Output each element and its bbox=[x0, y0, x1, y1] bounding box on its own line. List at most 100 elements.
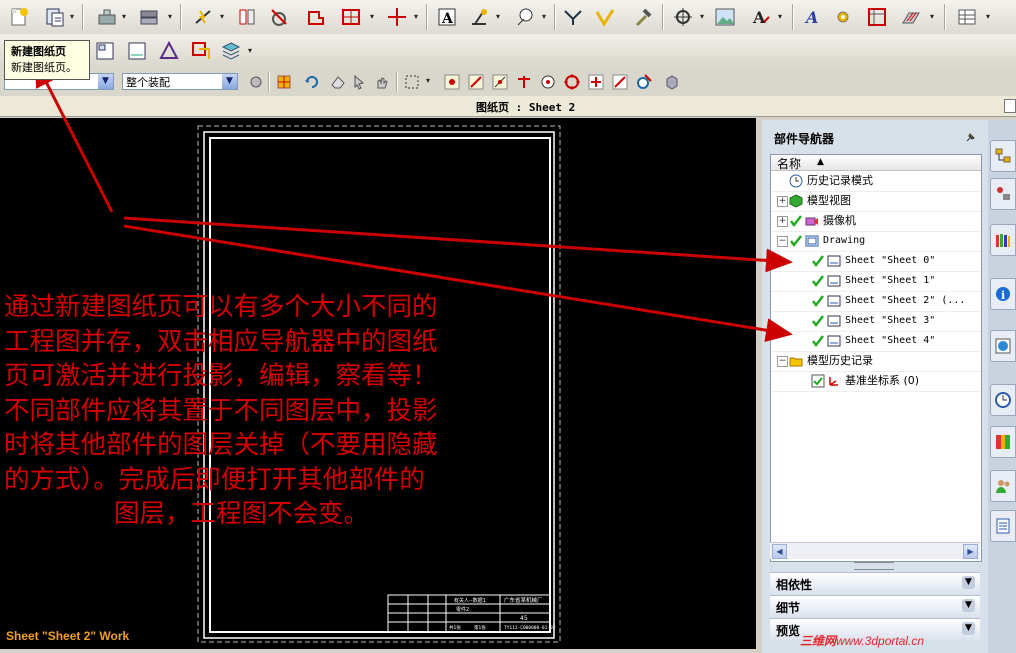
tree-row[interactable]: Sheet "Sheet 3" bbox=[771, 311, 981, 332]
tree-row[interactable]: + 模型视图 bbox=[771, 191, 981, 212]
section-dependencies[interactable]: 相依性 ▼ bbox=[770, 572, 980, 594]
settings-gear-icon[interactable] bbox=[830, 4, 856, 30]
snap-point-plus-icon[interactable] bbox=[586, 72, 606, 92]
dropdown-arrow-icon[interactable]: ▾ bbox=[496, 13, 502, 21]
view-layout-icon[interactable] bbox=[92, 38, 118, 64]
snap-curve-icon[interactable] bbox=[610, 72, 630, 92]
dropdown-arrow-icon[interactable]: ▾ bbox=[700, 13, 706, 21]
snap-endpoint-icon[interactable] bbox=[442, 72, 462, 92]
hand-icon[interactable] bbox=[372, 72, 392, 92]
tree-row[interactable]: Sheet "Sheet 0" bbox=[771, 251, 981, 272]
print-tab[interactable] bbox=[990, 510, 1016, 542]
navigator-tree[interactable]: 名称 ▲ 历史记录模式 + 模型视图 + 摄像机 − Drawing Sheet "Sheet… bbox=[770, 154, 982, 562]
open-icon[interactable] bbox=[42, 4, 68, 30]
part-navigator-tab[interactable] bbox=[990, 178, 1016, 210]
dropdown-arrow-icon[interactable]: ▾ bbox=[542, 13, 548, 21]
new-icon[interactable] bbox=[6, 4, 32, 30]
tree-row[interactable]: 历史记录模式 bbox=[771, 171, 981, 192]
dropdown-arrow-icon[interactable]: ▾ bbox=[930, 13, 936, 21]
dropdown-arrow-icon[interactable]: ▾ bbox=[220, 13, 226, 21]
snap-tangent-icon[interactable] bbox=[634, 72, 654, 92]
select-icon[interactable] bbox=[350, 72, 370, 92]
collapse-icon[interactable]: − bbox=[777, 236, 788, 247]
gear-icon[interactable] bbox=[246, 72, 266, 92]
checkmark-icon[interactable] bbox=[789, 234, 803, 248]
snap-midpoint-icon[interactable] bbox=[490, 72, 510, 92]
dropdown-arrow-icon[interactable]: ▾ bbox=[70, 13, 76, 21]
annotation-style-icon[interactable]: A bbox=[800, 4, 826, 30]
table-icon[interactable] bbox=[954, 4, 980, 30]
reuse-library-tab[interactable] bbox=[990, 224, 1016, 256]
assembly-icon[interactable] bbox=[136, 4, 162, 30]
pin-icon[interactable] bbox=[964, 132, 976, 144]
hammer-icon[interactable] bbox=[630, 4, 656, 30]
resize-grip[interactable] bbox=[854, 562, 894, 570]
feature-control-icon[interactable] bbox=[466, 4, 492, 30]
dropdown-arrow-icon[interactable]: ▾ bbox=[168, 13, 174, 21]
image-icon[interactable] bbox=[712, 4, 738, 30]
checkmark-icon[interactable] bbox=[811, 374, 825, 388]
text-style-icon[interactable]: A bbox=[748, 4, 774, 30]
tree-row[interactable]: Sheet "Sheet 1" bbox=[771, 271, 981, 292]
snap-line-icon[interactable] bbox=[466, 72, 486, 92]
chevron-down-icon[interactable]: ▼ bbox=[962, 576, 975, 589]
assembly-scope-select[interactable]: 整个装配 ▼ bbox=[122, 73, 238, 90]
web-browser-tab[interactable] bbox=[990, 330, 1016, 362]
component-icon[interactable] bbox=[94, 4, 120, 30]
system-materials-tab[interactable] bbox=[990, 426, 1016, 458]
dropdown-arrow-icon[interactable]: ▼ bbox=[222, 74, 237, 89]
dropdown-arrow-icon[interactable]: ▾ bbox=[248, 47, 254, 55]
tree-row[interactable]: Sheet "Sheet 4" bbox=[771, 331, 981, 352]
horizontal-scrollbar[interactable]: ◀ ▶ bbox=[770, 542, 980, 559]
section-view-icon[interactable] bbox=[234, 4, 260, 30]
dropdown-arrow-icon[interactable]: ▾ bbox=[986, 13, 992, 21]
block-icon[interactable] bbox=[662, 72, 682, 92]
id-symbol-icon[interactable] bbox=[512, 4, 538, 30]
checkmark-icon[interactable] bbox=[811, 334, 825, 348]
eraser-icon[interactable] bbox=[328, 72, 348, 92]
checkmark-icon[interactable] bbox=[811, 294, 825, 308]
hatch-icon[interactable] bbox=[898, 4, 924, 30]
expand-icon[interactable]: + bbox=[777, 196, 788, 207]
sheet-icon[interactable] bbox=[124, 38, 150, 64]
target-point-icon[interactable] bbox=[670, 4, 696, 30]
section-details[interactable]: 细节 ▼ bbox=[770, 595, 980, 617]
break-view-icon[interactable] bbox=[266, 4, 292, 30]
layer-stack-icon[interactable] bbox=[218, 38, 244, 64]
triangle-icon[interactable] bbox=[156, 38, 182, 64]
hd3d-tools-tab[interactable]: i bbox=[990, 278, 1016, 310]
tree-row[interactable]: Sheet "Sheet 2" (... bbox=[771, 291, 981, 312]
chevron-down-icon[interactable]: ▼ bbox=[962, 599, 975, 612]
tree-row[interactable]: − 模型历史记录 bbox=[771, 351, 981, 372]
projection-view-icon[interactable] bbox=[338, 4, 364, 30]
roles-tab[interactable] bbox=[990, 470, 1016, 502]
snap-intersection-icon[interactable] bbox=[514, 72, 534, 92]
assembly-navigator-tab[interactable] bbox=[990, 140, 1016, 172]
dropdown-arrow-icon[interactable]: ▾ bbox=[122, 13, 128, 21]
collapse-icon[interactable]: − bbox=[777, 356, 788, 367]
expand-icon[interactable]: + bbox=[777, 216, 788, 227]
border-zone-icon[interactable] bbox=[864, 4, 890, 30]
rectangle-select-icon[interactable] bbox=[402, 72, 422, 92]
scroll-left-icon[interactable]: ◀ bbox=[772, 544, 787, 559]
snap-arc-center-icon[interactable] bbox=[538, 72, 558, 92]
surface-finish-icon[interactable] bbox=[592, 4, 618, 30]
dropdown-arrow-icon[interactable]: ▾ bbox=[778, 13, 784, 21]
detail-view-icon[interactable] bbox=[302, 4, 328, 30]
base-view-icon[interactable] bbox=[188, 38, 214, 64]
checkmark-icon[interactable] bbox=[811, 274, 825, 288]
tree-row[interactable]: + 摄像机 bbox=[771, 211, 981, 232]
tree-row[interactable]: 基准坐标系 (0) bbox=[771, 371, 981, 392]
undo-icon[interactable] bbox=[302, 72, 322, 92]
dropdown-arrow-icon[interactable]: ▾ bbox=[426, 77, 432, 85]
note-icon[interactable]: A bbox=[434, 4, 460, 30]
checkmark-icon[interactable] bbox=[811, 254, 825, 268]
lightning-icon[interactable] bbox=[190, 4, 216, 30]
dropdown-arrow-icon[interactable]: ▼ bbox=[98, 74, 113, 89]
snap-point-icon[interactable] bbox=[274, 72, 294, 92]
checkmark-icon[interactable] bbox=[811, 314, 825, 328]
snap-quadrant-icon[interactable] bbox=[562, 72, 582, 92]
dropdown-arrow-icon[interactable]: ▾ bbox=[414, 13, 420, 21]
column-header[interactable]: 名称 ▲ bbox=[771, 155, 981, 171]
weld-symbol-icon[interactable] bbox=[560, 4, 586, 30]
